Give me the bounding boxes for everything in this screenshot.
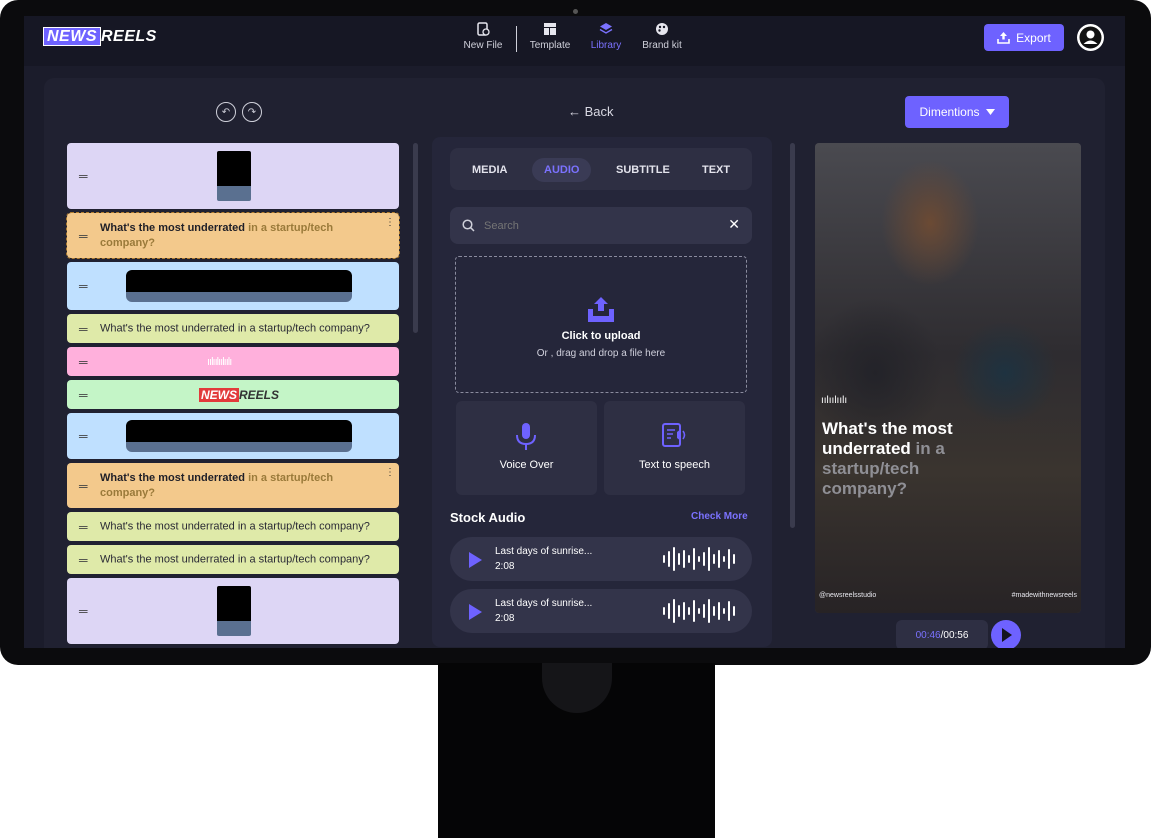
redo-button[interactable]: ↷ bbox=[242, 102, 262, 122]
nav-library[interactable]: Library bbox=[576, 22, 636, 51]
scene-card-logo[interactable]: ═ NEWS REELS bbox=[67, 380, 399, 409]
scene-thumbnail bbox=[217, 151, 251, 201]
scene-text: What's the most underrated in a startup/… bbox=[100, 221, 334, 249]
text-to-speech-button[interactable]: Text to speech bbox=[604, 401, 745, 495]
user-avatar[interactable] bbox=[1077, 24, 1104, 51]
nav-template[interactable]: Template bbox=[520, 22, 580, 51]
upload-dropzone[interactable]: Click to upload Or , drag and drop a fil… bbox=[455, 256, 747, 393]
preview-handle-left: @newsreelsstudio bbox=[819, 592, 877, 599]
drag-handle-icon[interactable]: ═ bbox=[79, 604, 88, 618]
back-button[interactable]: ← Back bbox=[568, 104, 614, 119]
microphone-icon bbox=[516, 423, 536, 450]
waveform-icon bbox=[663, 599, 735, 623]
drag-handle-icon[interactable]: ═ bbox=[79, 429, 88, 443]
scene-text: What's the most underrated in a startup/… bbox=[100, 322, 370, 334]
nav-new-file[interactable]: New File bbox=[453, 22, 513, 51]
drag-handle-icon[interactable]: ═ bbox=[79, 479, 88, 493]
drag-handle-icon[interactable]: ═ bbox=[79, 520, 88, 534]
scene-text: What's the most underrated in a startup/… bbox=[100, 520, 370, 532]
user-icon bbox=[1079, 26, 1102, 49]
tab-text[interactable]: TEXT bbox=[702, 158, 730, 182]
drag-handle-icon[interactable]: ═ bbox=[79, 355, 88, 369]
scene-card-text[interactable]: ═ What's the most underrated in a startu… bbox=[67, 463, 399, 508]
brand-logo: NEWS REELS bbox=[199, 387, 280, 402]
scene-list-scrollbar[interactable] bbox=[413, 143, 418, 333]
monitor-mockup: NEWS REELS New File Template Library Bran… bbox=[0, 0, 1151, 838]
search-icon bbox=[462, 219, 475, 232]
scene-card-audio[interactable]: ═ ıılıılıılıılı bbox=[67, 347, 399, 376]
monitor-frame: NEWS REELS New File Template Library Bran… bbox=[0, 0, 1151, 665]
camera-dot bbox=[573, 9, 578, 14]
dimensions-dropdown[interactable]: Dimentions bbox=[905, 96, 1009, 128]
scene-card-image[interactable]: ═ bbox=[67, 578, 399, 644]
redo-icon: ↷ bbox=[247, 106, 257, 118]
scene-card-text[interactable]: ═ What's the most underrated in a startu… bbox=[66, 212, 400, 259]
scene-card-video[interactable]: ═ bbox=[67, 413, 399, 459]
upload-icon bbox=[997, 31, 1010, 44]
drag-handle-icon[interactable]: ═ bbox=[79, 229, 88, 243]
export-button[interactable]: Export bbox=[984, 24, 1064, 51]
waveform-icon bbox=[663, 547, 735, 571]
text-to-speech-icon bbox=[662, 423, 686, 447]
layers-icon bbox=[599, 23, 613, 34]
app-screen: NEWS REELS New File Template Library Bran… bbox=[24, 16, 1125, 648]
drag-handle-icon[interactable]: ═ bbox=[79, 388, 88, 402]
scene-card-text[interactable]: ═ What's the most underrated in a startu… bbox=[67, 512, 399, 541]
play-icon[interactable] bbox=[469, 552, 482, 568]
tab-subtitle[interactable]: SUBTITLE bbox=[616, 158, 670, 182]
play-icon[interactable] bbox=[469, 604, 482, 620]
top-bar: NEWS REELS New File Template Library Bran… bbox=[24, 16, 1125, 66]
tab-audio[interactable]: AUDIO bbox=[532, 158, 592, 182]
clear-search-icon[interactable]: ✕ bbox=[728, 216, 740, 233]
search-input[interactable] bbox=[482, 216, 716, 236]
preview-caption: What's the most underrated in a startup/… bbox=[822, 419, 953, 498]
drag-handle-icon[interactable]: ═ bbox=[79, 169, 88, 183]
video-preview[interactable]: ıılıılıılı What's the most underrated in… bbox=[815, 143, 1081, 613]
library-scrollbar[interactable] bbox=[790, 143, 795, 528]
template-icon bbox=[544, 23, 556, 35]
waveform-icon: ıılıılıılıılı bbox=[207, 355, 232, 368]
scene-card-video[interactable]: ═ bbox=[67, 262, 399, 310]
preview-hashtag: #madewithnewsreels bbox=[1011, 592, 1077, 599]
scene-card-image[interactable]: ═ bbox=[67, 143, 399, 209]
nav-brand-kit[interactable]: Brand kit bbox=[632, 22, 692, 51]
drag-handle-icon[interactable]: ═ bbox=[79, 279, 88, 293]
stock-audio-title: Stock Audio bbox=[450, 510, 526, 525]
check-more-link[interactable]: Check More bbox=[691, 511, 748, 522]
scene-thumbnail bbox=[217, 586, 251, 636]
drag-handle-icon[interactable]: ═ bbox=[79, 322, 88, 336]
more-options-icon[interactable]: ⋮ bbox=[385, 217, 395, 228]
library-tabs: MEDIA AUDIO SUBTITLE TEXT bbox=[450, 148, 752, 190]
arrow-left-icon: ← bbox=[568, 104, 585, 119]
scene-text: What's the most underrated in a startup/… bbox=[100, 471, 334, 499]
history-controls: ↶ ↷ bbox=[216, 102, 262, 122]
scene-text: What's the most underrated in a startup/… bbox=[100, 553, 370, 565]
audio-track[interactable]: Last days of sunrise... 2:08 bbox=[450, 537, 752, 581]
undo-icon: ↶ bbox=[221, 106, 231, 118]
undo-button[interactable]: ↶ bbox=[216, 102, 236, 122]
scene-card-text[interactable]: ═ What's the most underrated in a startu… bbox=[67, 545, 399, 574]
chevron-down-icon bbox=[985, 109, 995, 115]
preview-image bbox=[815, 143, 1081, 613]
new-file-icon bbox=[477, 22, 490, 36]
video-filmstrip bbox=[126, 420, 352, 452]
audio-track[interactable]: Last days of sunrise... 2:08 bbox=[450, 589, 752, 633]
drag-handle-icon[interactable]: ═ bbox=[79, 553, 88, 567]
tab-media[interactable]: MEDIA bbox=[472, 158, 507, 182]
more-options-icon[interactable]: ⋮ bbox=[385, 467, 395, 478]
palette-icon bbox=[656, 23, 668, 35]
scene-card-text[interactable]: ═ What's the most underrated in a startu… bbox=[67, 314, 399, 343]
video-filmstrip bbox=[126, 270, 352, 302]
upload-tray-icon bbox=[588, 297, 614, 322]
waveform-icon: ıılıılıılı bbox=[821, 395, 848, 406]
voice-over-button[interactable]: Voice Over bbox=[456, 401, 597, 495]
nav-divider bbox=[516, 26, 517, 52]
playback-time: 00:46 / 00:56 bbox=[896, 620, 988, 648]
app-logo[interactable]: NEWS REELS bbox=[43, 27, 157, 46]
search-box: ✕ bbox=[450, 207, 752, 244]
play-button[interactable] bbox=[991, 620, 1021, 648]
